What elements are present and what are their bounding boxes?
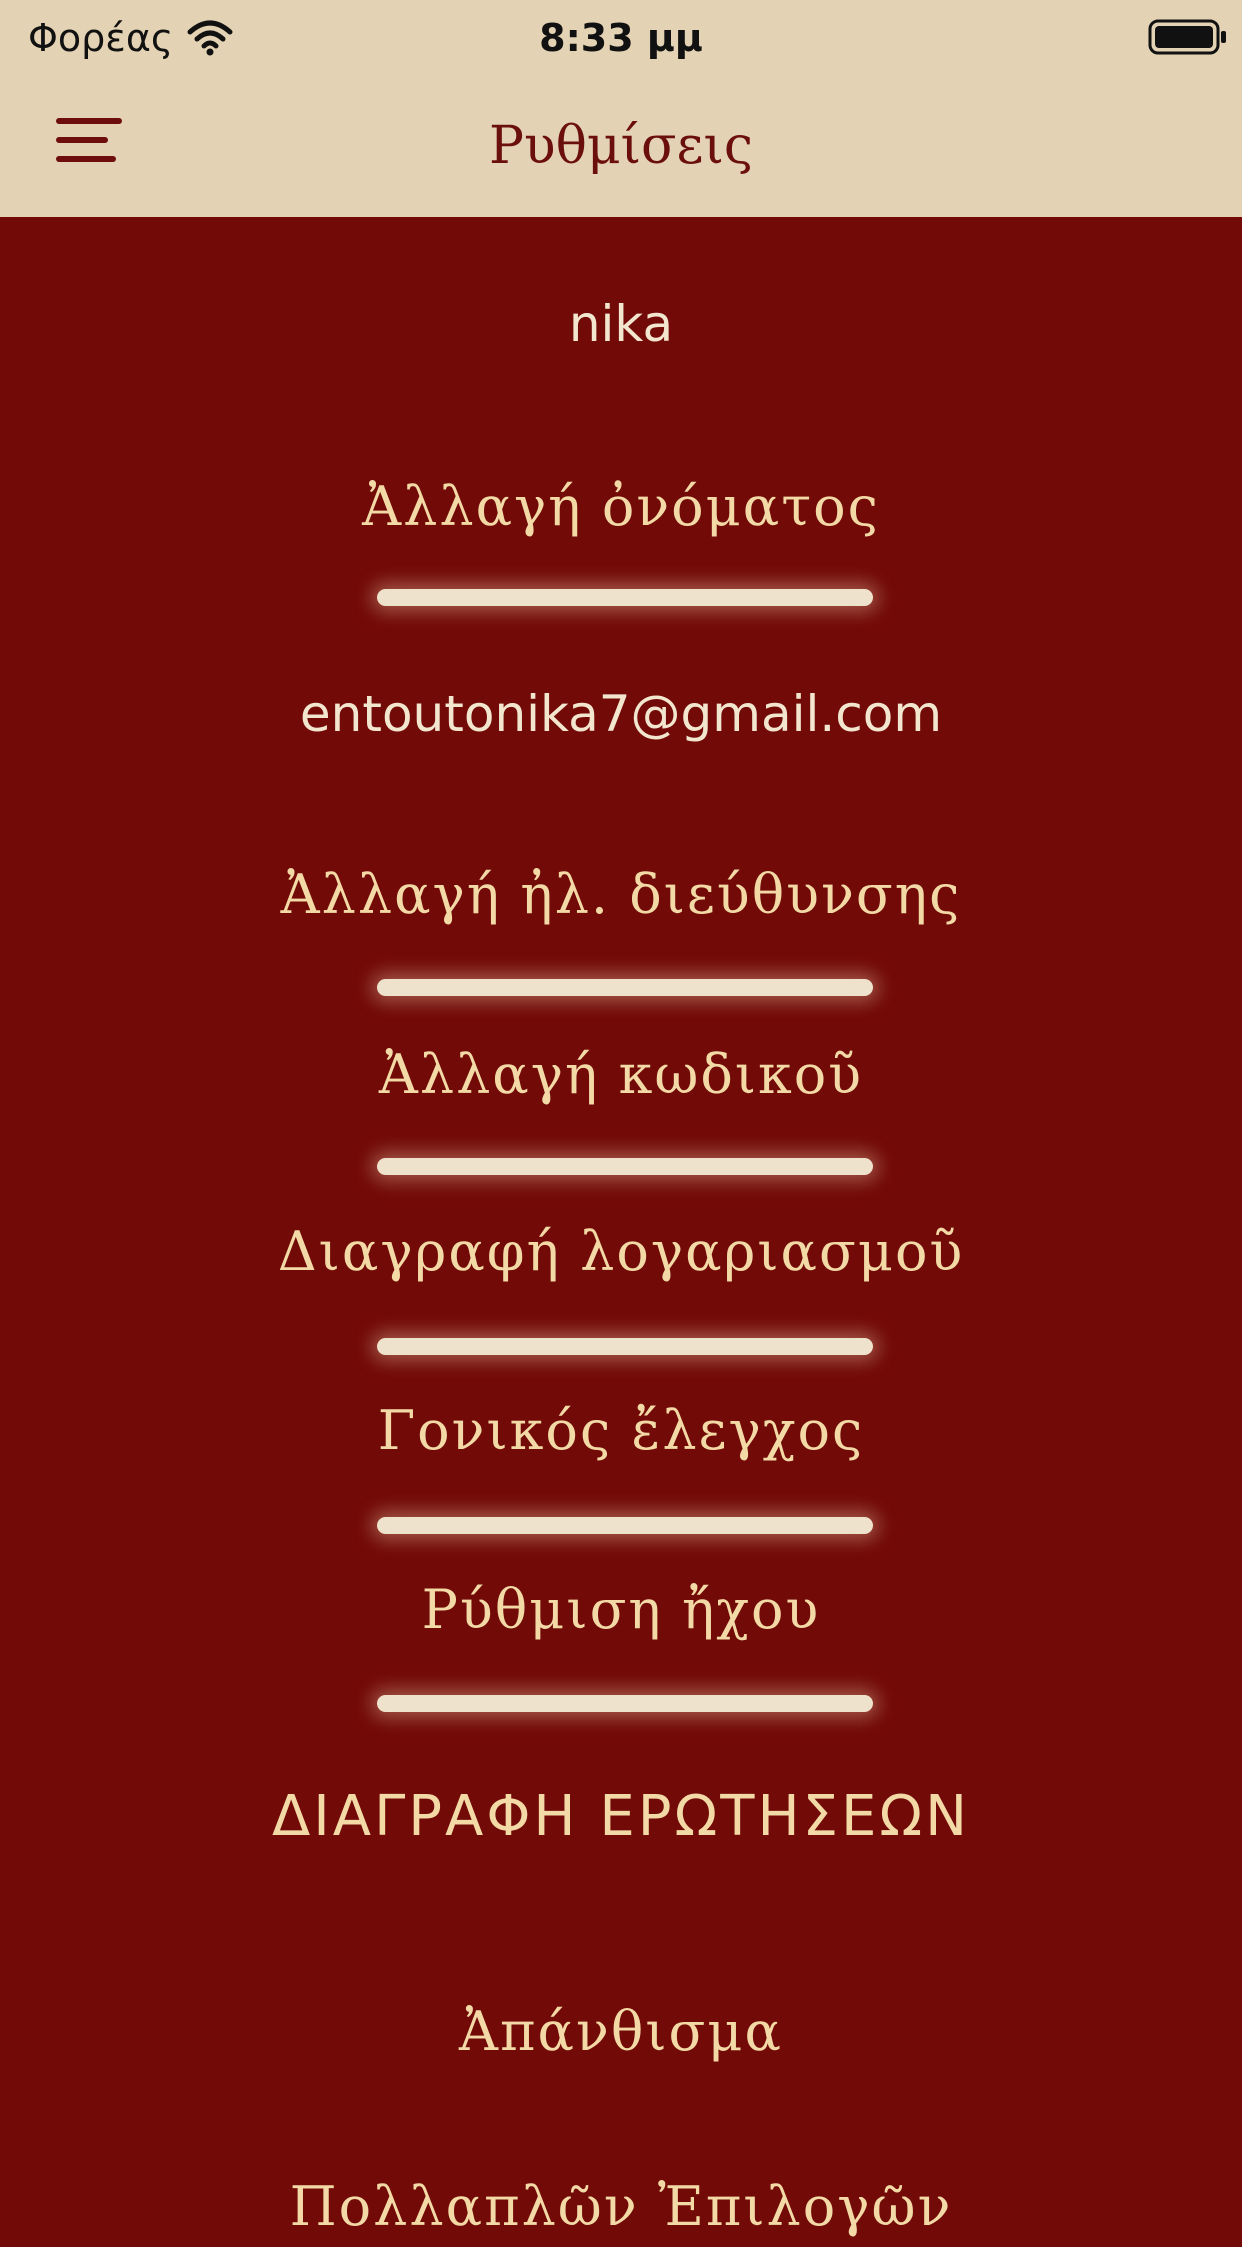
divider (377, 1695, 873, 1712)
header-area: Φορέας 8:33 μμ Ρυθμίσεις (0, 0, 1242, 217)
email-label: entoutonika7@gmail.com (299, 685, 943, 743)
navigation-bar: Ρυθμίσεις (0, 76, 1242, 217)
change-password-button[interactable]: Ἀλλαγή κωδικοῦ (0, 1035, 1242, 1115)
divider (377, 1517, 873, 1534)
divider (377, 1338, 873, 1355)
username-label: nika (568, 295, 674, 353)
divider (377, 1158, 873, 1175)
change-name-button[interactable]: Ἀλλαγή ὀνόματος (0, 467, 1242, 547)
settings-list: nika Ἀλλαγή ὀνόματος entoutonika7@gmail.… (0, 217, 1242, 2238)
delete-questions-header: ΔΙΑΓΡΑΦΗ ΕΡΩΤΗΣΕΩΝ (271, 1784, 971, 1849)
status-time: 8:33 μμ (539, 16, 703, 60)
parental-control-button[interactable]: Γονικός ἔλεγχος (0, 1391, 1242, 1471)
change-email-button[interactable]: Ἀλλαγή ἠλ. διεύθυνσης (0, 855, 1242, 935)
delete-account-button[interactable]: Διαγραφή λογαριασμοῦ (0, 1212, 1242, 1292)
anthology-button[interactable]: Ἀπάνθισμα (0, 1992, 1242, 2072)
divider (377, 979, 873, 996)
battery-full-icon (1148, 19, 1226, 55)
status-bar: Φορέας 8:33 μμ (0, 0, 1242, 76)
page-title: Ρυθμίσεις (488, 116, 754, 176)
multiple-choice-button[interactable]: Πολλαπλῶν Ἐπιλογῶν (0, 2167, 1242, 2247)
sound-settings-button[interactable]: Ρύθμιση ἤχου (0, 1570, 1242, 1650)
divider (377, 589, 873, 606)
